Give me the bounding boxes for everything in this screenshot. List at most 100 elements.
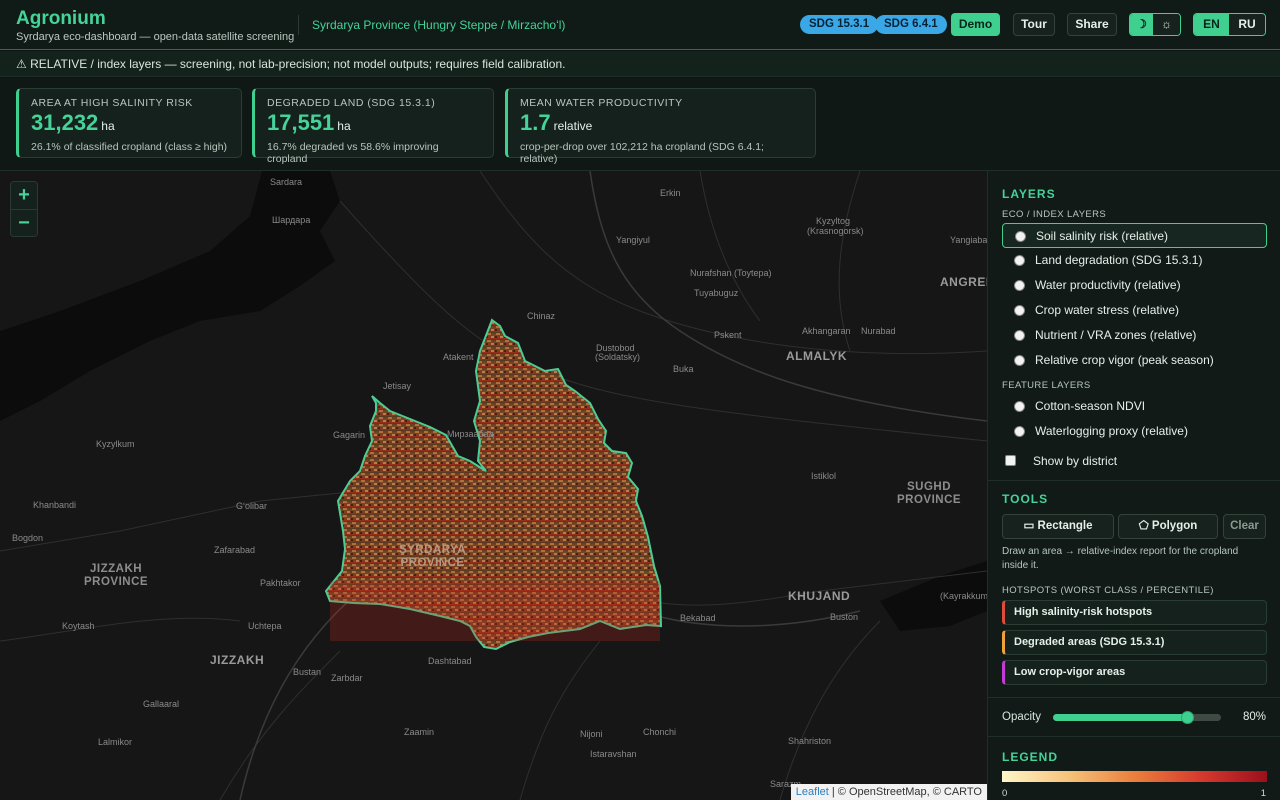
checkbox-label: Show by district [1033, 454, 1118, 468]
opacity-slider-handle[interactable] [1181, 711, 1195, 724]
divider [988, 480, 1280, 481]
kpi-strip: AREA AT HIGH SALINITY RISK 31,232 ha 26.1… [0, 78, 1280, 171]
radio-button[interactable] [1015, 231, 1026, 242]
map-label: Jetisay [383, 381, 412, 391]
map-label: Kyzyltog [816, 216, 851, 226]
kpi-note: 16.7% degraded vs 58.6% improving cropla… [267, 141, 439, 165]
brand: Agronium Syrdarya eco-dashboard — open-d… [16, 8, 294, 43]
layer-cotton-ndvi[interactable]: Cotton-season NDVI [1002, 394, 1267, 419]
lang-en-button[interactable]: EN [1194, 14, 1229, 35]
attribution-text: | © OpenStreetMap, © CARTO [828, 786, 982, 798]
map-label: Мирзаабад [447, 429, 494, 439]
kpi-label: DEGRADED LAND (SDG 15.3.1) [267, 97, 436, 109]
legend-title: LEGEND [1002, 750, 1059, 764]
sdg-badge-15-3-1[interactable]: SDG 15.3.1 [800, 15, 879, 34]
hotspot-salinity-button[interactable]: High salinity-risk hotspots [1002, 600, 1267, 625]
layer-label: Relative crop vigor (peak season) [1035, 353, 1214, 367]
kpi-label: AREA AT HIGH SALINITY RISK [31, 97, 193, 109]
map-label: Yangiyul [616, 235, 650, 245]
map-label: Chinaz [527, 311, 556, 321]
radio-button[interactable] [1014, 426, 1025, 437]
kpi-card-water-productivity: MEAN WATER PRODUCTIVITY 1.7 relative crop… [505, 88, 816, 165]
map-label: Шардара [272, 215, 311, 225]
kpi-unit: ha [337, 119, 351, 133]
radio-button[interactable] [1014, 355, 1025, 366]
layer-waterlogging[interactable]: Waterlogging proxy (relative) [1002, 419, 1267, 444]
layers-title: LAYERS [1002, 187, 1056, 201]
map-label: Khanbandi [33, 500, 77, 510]
lang-ru-button[interactable]: RU [1229, 14, 1265, 35]
eco-layers-title: ECO / INDEX LAYERS [1002, 209, 1107, 220]
layer-label: Nutrient / VRA zones (relative) [1035, 328, 1197, 342]
kpi-label: MEAN WATER PRODUCTIVITY [520, 97, 683, 109]
layer-crop-vigor[interactable]: Relative crop vigor (peak season) [1002, 348, 1267, 373]
legend-min-label: 0 [1002, 788, 1008, 799]
map-label: Buka [673, 364, 694, 374]
map-label: Nurafshan (Toytepa) [690, 268, 772, 278]
legend-max-label: 1 [1260, 788, 1266, 799]
map-label: KHUJAND [788, 589, 851, 603]
theme-toggle[interactable]: ☽ ☼ [1129, 13, 1181, 36]
map-label: Zarbdar [331, 673, 363, 683]
divider [988, 736, 1280, 737]
map-label: Zafarabad [214, 545, 256, 555]
layer-label: Waterlogging proxy (relative) [1035, 424, 1188, 438]
feature-layers-title: FEATURE LAYERS [1002, 380, 1091, 391]
divider [988, 697, 1280, 698]
map-label: Koytash [62, 621, 95, 631]
map-attribution: Leaflet | © OpenStreetMap, © CARTO [790, 784, 987, 800]
rectangle-tool-button[interactable]: ▭ Rectangle [1002, 514, 1114, 539]
moon-icon[interactable]: ☽ [1130, 14, 1153, 35]
layer-crop-water-stress[interactable]: Crop water stress (relative) [1002, 298, 1267, 323]
kpi-value: 1.7 [520, 110, 551, 135]
tools-note: Draw an area → relative-index report for… [1002, 546, 1239, 571]
radio-button[interactable] [1014, 401, 1025, 412]
zoom-control: + − [10, 181, 38, 237]
map-label: Sardara [270, 177, 303, 187]
map-label: Buston [830, 612, 859, 622]
legend-color-ramp [1002, 771, 1267, 782]
map-label: Yangiaba [950, 235, 987, 245]
layer-label: Soil salinity risk (relative) [1036, 229, 1169, 243]
sdg-badge-6-4-1[interactable]: SDG 6.4.1 [875, 15, 947, 34]
demo-button[interactable]: Demo [951, 13, 1000, 36]
radio-button[interactable] [1014, 280, 1025, 291]
kpi-unit: relative [553, 119, 593, 133]
tour-button[interactable]: Tour [1013, 13, 1055, 36]
opacity-value: 80% [1242, 711, 1266, 723]
show-by-district-toggle[interactable]: Show by district [1002, 453, 1117, 469]
top-bar: Agronium Syrdarya eco-dashboard — open-d… [0, 0, 1280, 50]
kpi-value: 17,551 [267, 110, 335, 135]
clear-button[interactable]: Clear [1223, 514, 1266, 539]
map-label: Bustan [293, 667, 322, 677]
language-toggle[interactable]: EN RU [1193, 13, 1266, 36]
sidebar: LAYERS ECO / INDEX LAYERS Soil salinity … [987, 171, 1280, 800]
sun-icon[interactable]: ☼ [1153, 14, 1180, 35]
radio-button[interactable] [1014, 255, 1025, 266]
map-label: Zaamin [404, 727, 435, 737]
kpi-value: 31,232 [31, 110, 99, 135]
map-label: (Krasnogorsk) [807, 226, 864, 236]
map-canvas[interactable]: Sardara Шардара Erkin Kyzyltog (Krasnogo… [0, 171, 987, 800]
map-label: (Kayrakkum) [940, 591, 987, 601]
share-button[interactable]: Share [1067, 13, 1117, 36]
polygon-tool-button[interactable]: ⬠ Polygon [1118, 514, 1218, 539]
opacity-slider-fill [1053, 714, 1188, 721]
zoom-out-button[interactable]: − [11, 209, 37, 236]
leaflet-link[interactable]: Leaflet [796, 786, 829, 798]
layer-nutrient-vra[interactable]: Nutrient / VRA zones (relative) [1002, 323, 1267, 348]
brand-subtitle: Syrdarya eco-dashboard — open-data satel… [16, 31, 295, 43]
layer-water-productivity[interactable]: Water productivity (relative) [1002, 273, 1267, 298]
layer-land-degradation[interactable]: Land degradation (SDG 15.3.1) [1002, 248, 1267, 273]
layer-soil-salinity[interactable]: Soil salinity risk (relative) [1002, 223, 1267, 248]
checkbox[interactable] [1005, 455, 1016, 466]
hotspot-low-vigor-button[interactable]: Low crop-vigor areas [1002, 660, 1267, 685]
kpi-note: crop-per-drop over 102,212 ha cropland (… [520, 141, 764, 165]
map-label: Akhangaran [802, 326, 851, 336]
hotspot-degraded-button[interactable]: Degraded areas (SDG 15.3.1) [1002, 630, 1267, 655]
radio-button[interactable] [1014, 330, 1025, 341]
map-label: SYRDARYA PROVINCE [399, 544, 467, 569]
zoom-in-button[interactable]: + [11, 182, 37, 209]
opacity-slider[interactable] [1053, 711, 1221, 724]
radio-button[interactable] [1014, 305, 1025, 316]
